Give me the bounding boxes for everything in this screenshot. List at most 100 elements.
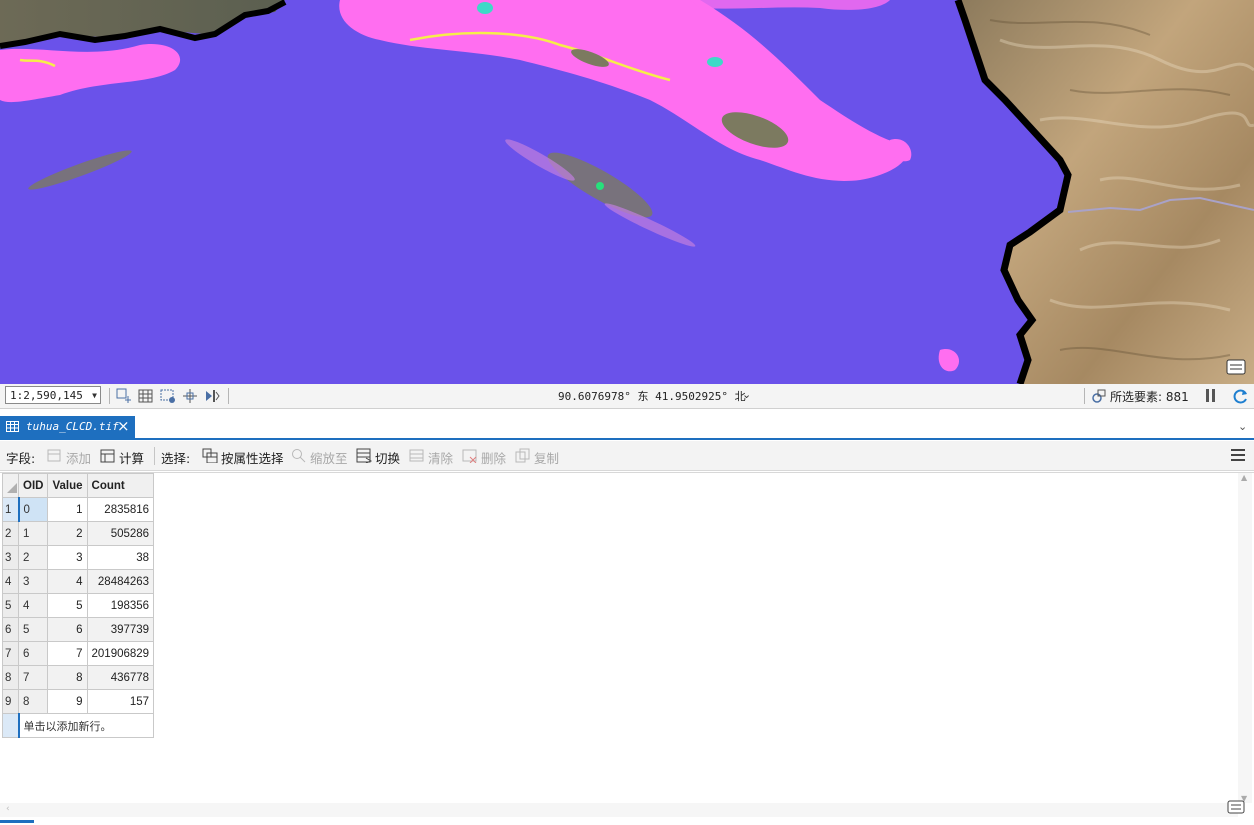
separator (154, 447, 155, 465)
table-view (0, 472, 1254, 821)
delete-icon (462, 449, 477, 463)
cell-value[interactable]: 3 (47, 545, 88, 570)
table-toolbar: 字段: 添加 计算 选择: 按属性选择 缩放至 切换 清除 删除 复制 (0, 441, 1254, 471)
row-number[interactable]: 6 (2, 617, 19, 642)
refresh-icon[interactable] (1232, 388, 1250, 404)
pause-icon[interactable] (1206, 389, 1216, 402)
cell-oid[interactable]: 5 (17, 617, 49, 642)
scale-dropdown[interactable]: 1:2,590,145 ▼ (5, 386, 101, 404)
column-header-value[interactable]: Value (47, 473, 88, 498)
row-number[interactable]: 4 (2, 569, 19, 594)
row-number[interactable]: 2 (2, 521, 19, 546)
scale-value: 1:2,590,145 (10, 389, 83, 402)
cell-value[interactable]: 7 (47, 641, 88, 666)
crosshair-icon[interactable] (182, 388, 198, 404)
cell-value[interactable]: 1 (47, 497, 88, 522)
pause-drawing-icon[interactable] (204, 388, 220, 404)
cell-count[interactable]: 201906829 (86, 641, 155, 666)
row-number[interactable]: 7 (2, 641, 19, 666)
row-number[interactable]: 9 (2, 689, 19, 714)
select-by-attributes-icon (202, 448, 218, 463)
cell-oid[interactable]: 0 (17, 497, 49, 522)
map-tips-icon[interactable] (1226, 359, 1246, 377)
select-by-attributes-button[interactable]: 按属性选择 (221, 448, 284, 467)
vertical-scrollbar[interactable]: ▲ ▼ (1238, 473, 1252, 803)
cell-oid[interactable]: 8 (17, 689, 49, 714)
scroll-up-icon[interactable]: ▲ (1241, 473, 1247, 482)
column-header-oid[interactable]: OID (17, 473, 49, 498)
table-options-icon[interactable] (1227, 800, 1245, 816)
map-canvas[interactable] (0, 0, 1254, 384)
select-all-corner[interactable] (2, 473, 19, 498)
row-number[interactable]: 3 (2, 545, 19, 570)
cell-count[interactable]: 198356 (86, 593, 155, 618)
add-new-row[interactable]: 单击以添加新行。 (2, 713, 155, 738)
table-row[interactable]: 9 8 9 157 (2, 689, 155, 714)
cell-count[interactable]: 397739 (86, 617, 155, 642)
table-row[interactable]: 1 0 1 2835816 (2, 497, 155, 522)
field-label: 字段: (6, 451, 36, 466)
close-icon[interactable]: × (117, 417, 130, 435)
cell-count[interactable]: 28484263 (86, 569, 155, 594)
add-field-button[interactable]: 添加 (66, 448, 91, 467)
selected-features-count[interactable]: 所选要素: 881 (1110, 388, 1189, 405)
chevron-down-icon[interactable]: ⌄ (1238, 420, 1247, 433)
scroll-left-icon[interactable]: ‹ (6, 804, 10, 814)
row-number[interactable]: 8 (2, 665, 19, 690)
selection-icon[interactable] (1091, 388, 1107, 404)
cell-value[interactable]: 9 (47, 689, 88, 714)
grid-icon[interactable] (138, 388, 154, 404)
map-view[interactable] (0, 0, 1254, 384)
cell-count[interactable]: 157 (86, 689, 155, 714)
cell-value[interactable]: 5 (47, 593, 88, 618)
add-field-icon (47, 449, 61, 462)
cell-oid[interactable]: 1 (17, 521, 49, 546)
cell-oid[interactable]: 4 (17, 593, 49, 618)
tab-attribute-table[interactable]: tuhua_CLCD.tif × (0, 416, 135, 438)
separator (228, 388, 229, 404)
table-icon (6, 421, 19, 432)
menu-icon[interactable] (1231, 449, 1245, 461)
switch-selection-icon (356, 448, 372, 463)
cell-oid[interactable]: 2 (17, 545, 49, 570)
cell-oid[interactable]: 7 (17, 665, 49, 690)
tab-title: tuhua_CLCD.tif (26, 420, 119, 433)
switch-selection-button[interactable]: 切换 (375, 448, 400, 467)
cell-count[interactable]: 2835816 (86, 497, 155, 522)
snapping-icon[interactable] (160, 388, 176, 404)
bottom-status-indicator (0, 820, 34, 823)
cell-value[interactable]: 6 (47, 617, 88, 642)
terrain-east (958, 0, 1254, 384)
delete-button[interactable]: 删除 (481, 448, 506, 467)
cell-value[interactable]: 4 (47, 569, 88, 594)
clear-selection-button[interactable]: 清除 (428, 448, 453, 467)
cell-count[interactable]: 436778 (86, 665, 155, 690)
zoom-to-button[interactable]: 缩放至 (310, 448, 348, 467)
cell-oid[interactable]: 6 (17, 641, 49, 666)
add-new-row-hint[interactable]: 单击以添加新行。 (17, 713, 155, 738)
table-row[interactable]: 4 3 4 28484263 (2, 569, 155, 594)
table-row[interactable]: 3 2 3 38 (2, 545, 155, 570)
fixed-zoom-in-icon[interactable] (116, 388, 132, 404)
table-row[interactable]: 2 1 2 505286 (2, 521, 155, 546)
coordinate-format-chevron-icon[interactable]: ⌄ (742, 388, 751, 401)
cell-count[interactable]: 38 (86, 545, 155, 570)
table-row[interactable]: 5 4 5 198356 (2, 593, 155, 618)
table-row[interactable]: 7 6 7 201906829 (2, 641, 155, 666)
calculate-field-button[interactable]: 计算 (119, 448, 144, 467)
row-number[interactable]: 1 (2, 497, 20, 522)
separator (109, 388, 110, 404)
cell-value[interactable]: 8 (47, 665, 88, 690)
horizontal-scrollbar[interactable]: ‹ (0, 803, 1238, 817)
table-row[interactable]: 6 5 6 397739 (2, 617, 155, 642)
separator (1084, 388, 1085, 404)
cell-value[interactable]: 2 (47, 521, 88, 546)
table-row[interactable]: 8 7 8 436778 (2, 665, 155, 690)
column-header-count[interactable]: Count (86, 473, 155, 498)
cell-count[interactable]: 505286 (86, 521, 155, 546)
cell-oid[interactable]: 3 (17, 569, 49, 594)
copy-button[interactable]: 复制 (534, 448, 559, 467)
attribute-table[interactable]: OID Value Count 1 0 1 2835816 2 1 2 5052… (2, 473, 155, 738)
chevron-down-icon[interactable]: ▼ (92, 387, 97, 405)
row-number[interactable]: 5 (2, 593, 19, 618)
